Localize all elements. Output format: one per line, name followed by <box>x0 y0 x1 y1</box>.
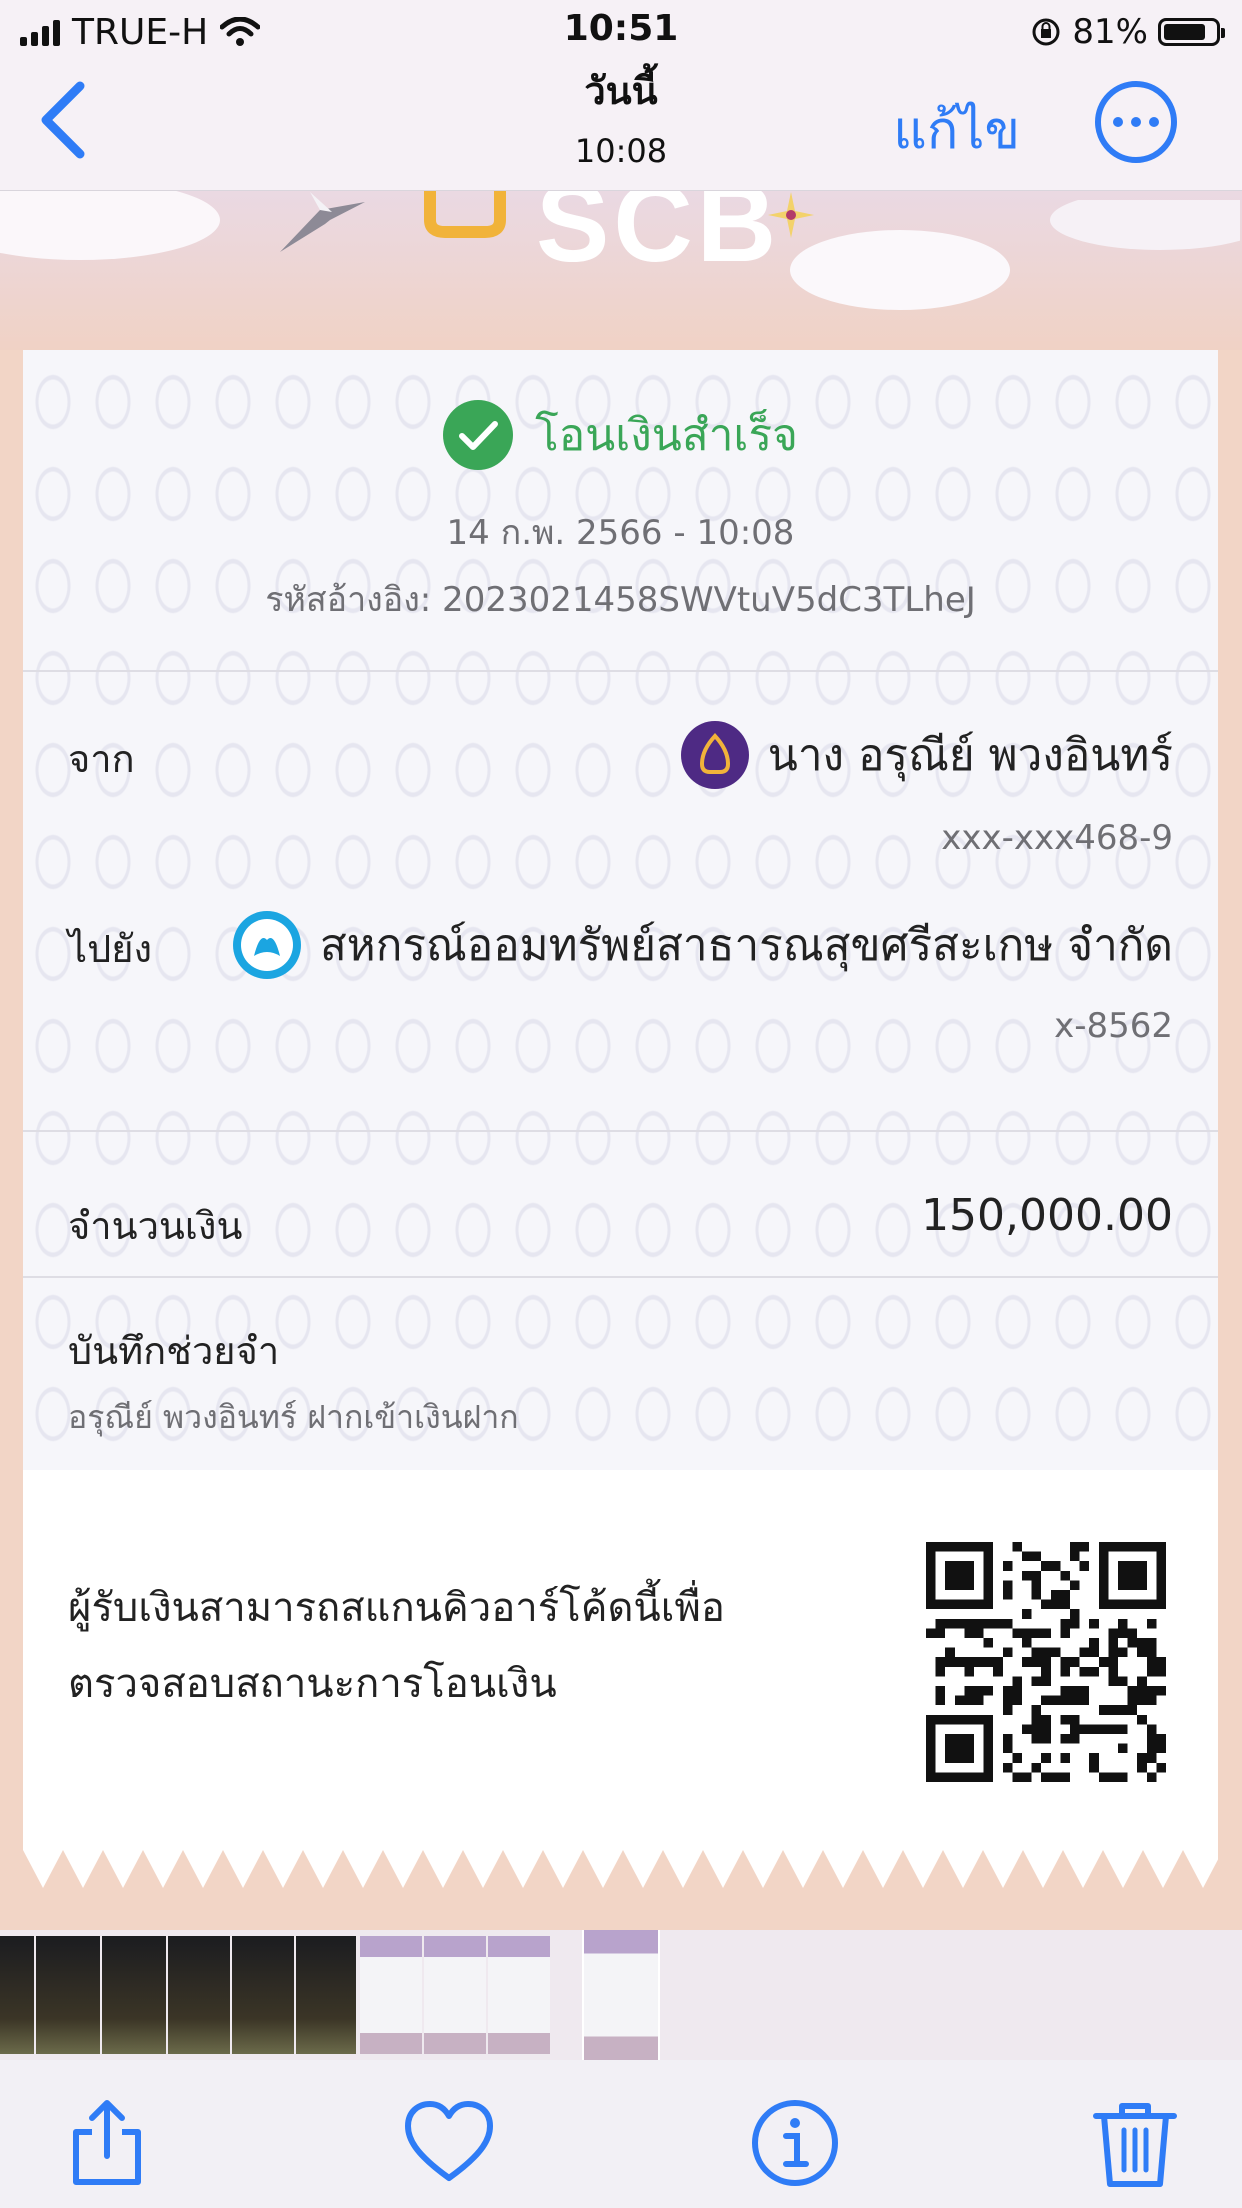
scb-logo-text: SCB <box>536 190 781 285</box>
qr-instructions-line2: ตรวจสอบสถานะการโอนเงิน <box>68 1661 557 1707</box>
qr-instructions: ผู้รับเงินสามารถสแกนคิวอาร์โค้ดนี้เพื่อ … <box>68 1570 828 1722</box>
nav-subtitle: 10:08 <box>574 132 668 170</box>
nav-title: วันนี้ <box>584 69 658 113</box>
transfer-receipt-card: โอนเงินสำเร็จ 14 ก.พ. 2566 - 10:08 รหัสอ… <box>23 350 1218 1850</box>
thumbnail[interactable] <box>232 1936 294 2054</box>
share-icon[interactable] <box>62 2098 152 2188</box>
ktb-bank-icon <box>232 911 301 979</box>
scb-logo-mark <box>424 190 506 238</box>
recipient-account: x-8562 <box>1054 1006 1173 1046</box>
amount-value: 150,000.00 <box>921 1190 1173 1241</box>
to-account-row: สหกรณ์ออมทรัพย์สาธารณสุขศรีสะเกษ จำกัด <box>232 910 1173 980</box>
from-account-row: นาง อรุณีย์ พวงอินทร์ <box>680 720 1173 790</box>
thumbnail[interactable] <box>36 1936 100 2054</box>
transfer-datetime: 14 ก.พ. 2566 - 10:08 <box>446 513 795 553</box>
trash-icon[interactable] <box>1090 2098 1180 2188</box>
sender-name: นาง อรุณีย์ พวงอินทร์ <box>767 730 1173 781</box>
recipient-name: สหกรณ์ออมทรัพย์สาธารณสุขศรีสะเกษ จำกัด <box>319 920 1173 971</box>
battery-icon <box>1158 18 1225 46</box>
thumbnail-selected[interactable] <box>584 1930 658 2060</box>
transfer-status: โอนเงินสำเร็จ <box>535 410 798 461</box>
qr-code <box>926 1542 1166 1782</box>
thumbnail[interactable] <box>168 1936 230 2054</box>
amount-label: จำนวนเงิน <box>68 1204 243 1248</box>
scb-bank-icon <box>680 721 749 789</box>
to-label: ไปยัง <box>68 927 153 971</box>
memo-label: บันทึกช่วยจำ <box>68 1329 280 1373</box>
qr-instructions-line1: ผู้รับเงินสามารถสแกนคิวอาร์โค้ดนี้เพื่อ <box>68 1585 725 1631</box>
memo-text: อรุณีย์ พวงอินทร์ ฝากเข้าเงินฝาก <box>68 1398 519 1436</box>
heart-icon[interactable] <box>404 2098 494 2188</box>
divider <box>23 1276 1218 1278</box>
receipt-summary: โอนเงินสำเร็จ 14 ก.พ. 2566 - 10:08 รหัสอ… <box>23 350 1218 670</box>
info-icon[interactable] <box>750 2098 840 2188</box>
thumbnail[interactable] <box>0 1936 34 2054</box>
thumbnail[interactable] <box>360 1936 422 2054</box>
thumbnail[interactable] <box>296 1936 356 2054</box>
check-circle-icon <box>443 400 514 470</box>
photo-thumbnail-strip[interactable] <box>0 1930 1242 2060</box>
qr-section: ผู้รับเงินสามารถสแกนคิวอาร์โค้ดนี้เพื่อ … <box>23 1470 1218 1850</box>
orientation-lock-icon <box>1032 18 1060 46</box>
thumbnail[interactable] <box>488 1936 550 2054</box>
reference-code: รหัสอ้างอิง: 2023021458SWVtuV5dC3TLheJ <box>265 580 976 620</box>
battery-percent: 81% <box>1072 12 1148 52</box>
bottom-toolbar <box>0 2060 1242 2208</box>
divider <box>23 670 1218 672</box>
success-row: โอนเงินสำเร็จ <box>23 400 1218 470</box>
cloud-right <box>790 200 1240 310</box>
edit-button[interactable]: แก้ไข <box>893 88 1020 171</box>
status-and-nav-bar: TRUE-H 10:51 81% วันนี้ 10:08 แก้ไข <box>0 0 1242 191</box>
receipt-zigzag-edge <box>23 1850 1218 1888</box>
thumbnail[interactable] <box>102 1936 166 2054</box>
sender-account: xxx-xxx468-9 <box>941 818 1173 858</box>
status-right: 81% <box>1030 12 1225 52</box>
bird-illustration <box>280 192 365 252</box>
divider <box>23 1130 1218 1132</box>
more-options-icon[interactable] <box>1094 80 1178 164</box>
from-label: จาก <box>68 737 135 781</box>
receipt-header-art: SCB <box>0 190 1242 350</box>
thumbnail[interactable] <box>424 1936 486 2054</box>
